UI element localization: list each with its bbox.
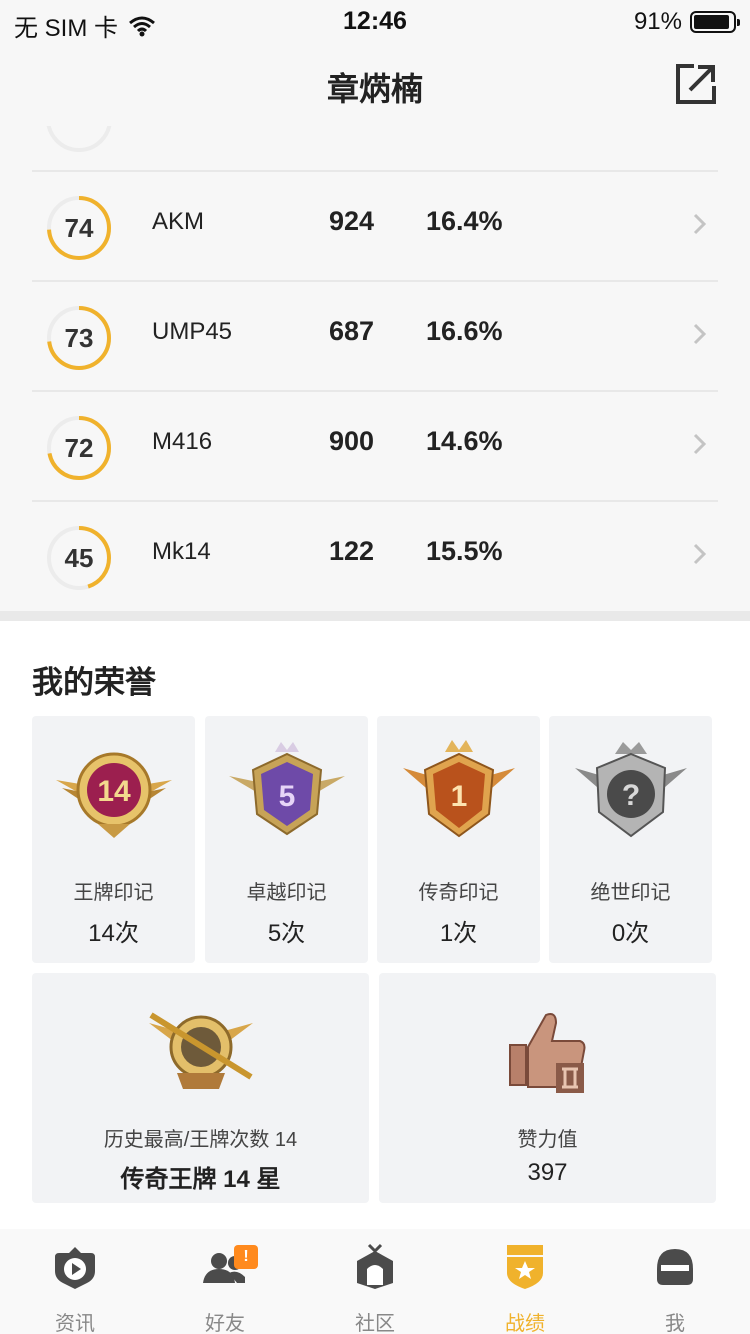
share-icon[interactable]: [674, 62, 718, 106]
weapon-rate: 14.6%: [426, 426, 503, 456]
badge-label: 传奇印记: [418, 882, 499, 904]
nav-bar: 章焫楠: [0, 42, 750, 126]
tab-friends[interactable]: ! 好友: [150, 1229, 300, 1334]
weapon-row-akm[interactable]: 74 AKM 924 16.4%: [32, 172, 718, 282]
highest-value: 传奇王牌 14 星: [120, 1166, 281, 1193]
weapon-rate: 15.5%: [426, 536, 503, 566]
tab-community[interactable]: 社区: [300, 1229, 450, 1334]
badge-number: ?: [621, 779, 639, 812]
weapon-name: AKM: [152, 208, 205, 235]
chevron-right-icon: [693, 213, 707, 235]
weapon-row-mk14[interactable]: 45 Mk14 122 15.5%: [32, 502, 718, 611]
tab-records[interactable]: 战绩: [450, 1229, 600, 1334]
status-bar: 无 SIM 卡 12:46 91%: [0, 0, 750, 42]
news-play-icon: [55, 1247, 95, 1289]
weapon-name: M416: [152, 428, 213, 455]
badge-label: 绝世印记: [590, 882, 671, 904]
weapon-score: 45: [64, 543, 94, 573]
likes-label: 赞力值: [517, 1129, 578, 1151]
tab-label: 我: [665, 1313, 685, 1334]
tab-me[interactable]: 我: [600, 1229, 750, 1334]
badge-label: 卓越印记: [246, 882, 327, 904]
tab-label: 战绩: [505, 1313, 545, 1334]
honor-card-likes[interactable]: 赞力值 397: [379, 973, 716, 1203]
battery-icon: [690, 11, 740, 33]
weapon-score: 73: [64, 323, 94, 353]
tab-news[interactable]: 资讯: [0, 1229, 150, 1334]
helmet-icon: [657, 1249, 693, 1285]
weapon-kills: 687: [329, 316, 375, 346]
weapon-name: UMP45: [152, 318, 233, 345]
honor-card-legend[interactable]: 1 传奇印记 1次: [377, 716, 540, 963]
badge-number: 5: [278, 780, 295, 813]
community-icon: [357, 1243, 393, 1289]
ace-mark-badge-icon: 14: [55, 752, 172, 838]
tab-label: 社区: [355, 1313, 395, 1334]
weapon-name: Mk14: [152, 538, 211, 565]
badge-count: 0次: [611, 920, 650, 947]
excellence-mark-badge-icon: 5: [228, 742, 345, 836]
chevron-right-icon: [693, 543, 707, 565]
section-divider: [0, 611, 750, 621]
chevron-right-icon: [693, 323, 707, 345]
battery-group: 91%: [633, 8, 740, 36]
page-title: 章焫楠: [326, 71, 423, 107]
battery-fill: [694, 15, 729, 29]
weapon-kills: 900: [329, 426, 375, 456]
partial-score-ring: [46, 126, 112, 152]
battery-percent: 91%: [633, 8, 682, 35]
weapon-kills: 924: [329, 206, 375, 236]
weapon-rate: 16.6%: [426, 316, 503, 346]
honor-section: 我的荣誉 14 王牌印记 14次 5 卓越印记 5次 1 传奇印记 1次 ? 绝…: [0, 621, 750, 1229]
weapon-score: 74: [64, 213, 94, 243]
weapon-row-ump45[interactable]: 73 UMP45 687 16.6%: [32, 282, 718, 392]
rifle-crest-badge-icon: [148, 1012, 253, 1089]
badge-count: 14次: [88, 920, 139, 947]
tab-bar: 资讯 ! 好友 社区 战绩 我: [0, 1229, 750, 1334]
badge-count: 1次: [439, 920, 478, 947]
tab-label: 资讯: [55, 1313, 95, 1334]
legend-mark-badge-icon: 1: [402, 740, 515, 838]
thumbs-up-badge-icon: [508, 1013, 585, 1093]
badge-number: 14: [97, 775, 131, 808]
badge-number: 1: [450, 780, 467, 813]
honor-section-title: 我的荣誉: [32, 665, 156, 700]
honor-card-highest[interactable]: 历史最高/王牌次数 14 传奇王牌 14 星: [32, 973, 369, 1203]
peerless-mark-badge-icon: ?: [574, 742, 687, 838]
notification-badge: !: [234, 1245, 258, 1269]
likes-value: 397: [527, 1159, 568, 1186]
tab-label: 好友: [205, 1313, 245, 1334]
honor-card-peerless[interactable]: ? 绝世印记 0次: [549, 716, 712, 963]
weapon-score: 72: [64, 433, 94, 463]
chevron-right-icon: [693, 433, 707, 455]
weapon-list: 74 AKM 924 16.4% 73 UMP45 687 16.6% 72 M…: [0, 126, 750, 611]
weapon-kills: 122: [329, 536, 375, 566]
badge-label: 王牌印记: [73, 882, 154, 904]
badge-count: 5次: [267, 920, 306, 947]
record-shield-icon: [507, 1245, 543, 1289]
honor-card-ace[interactable]: 14 王牌印记 14次: [32, 716, 195, 963]
weapon-row-m416[interactable]: 72 M416 900 14.6%: [32, 392, 718, 502]
honor-card-excellence[interactable]: 5 卓越印记 5次: [205, 716, 368, 963]
weapon-rate: 16.4%: [426, 206, 503, 236]
highest-label: 历史最高/王牌次数 14: [103, 1129, 298, 1151]
